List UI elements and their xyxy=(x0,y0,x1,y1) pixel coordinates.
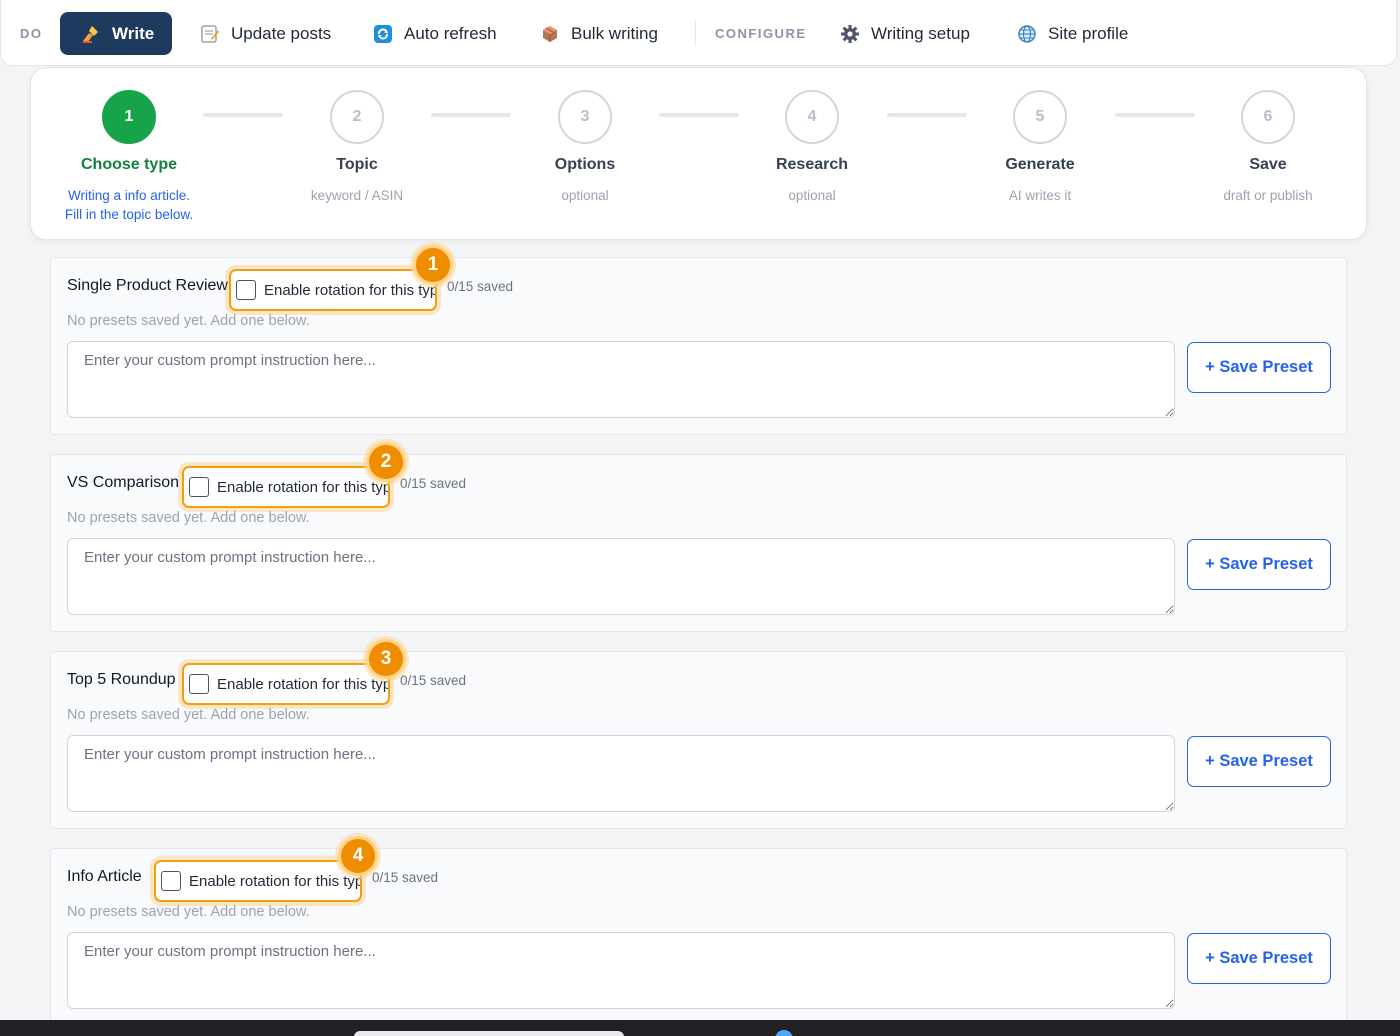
step-title: Save xyxy=(1249,156,1287,173)
rotation-checkbox[interactable] xyxy=(236,280,256,300)
prompt-input[interactable] xyxy=(67,735,1175,812)
step-subtitle: draft or publish xyxy=(1223,188,1313,203)
prompt-input[interactable] xyxy=(67,341,1175,418)
empty-presets-note: No presets saved yet. Add one below. xyxy=(67,707,310,723)
empty-presets-note: No presets saved yet. Add one below. xyxy=(67,904,310,920)
package-icon xyxy=(539,23,561,45)
nav-update-posts-button[interactable]: Update posts xyxy=(199,12,331,55)
gear-icon xyxy=(839,23,861,45)
nav-auto-refresh-label: Auto refresh xyxy=(404,23,497,43)
nav-site-profile-label: Site profile xyxy=(1048,23,1129,43)
step-save[interactable]: 6 Save draft or publish xyxy=(1168,90,1368,205)
step-subtitle: optional xyxy=(788,188,836,203)
rotation-label: Enable rotation for this type xyxy=(264,281,437,299)
nav-writing-setup-button[interactable]: Writing setup xyxy=(839,12,970,55)
step-generate[interactable]: 5 Generate AI writes it xyxy=(940,90,1140,205)
rotation-checkbox[interactable] xyxy=(161,871,181,891)
rotation-toggle[interactable]: Enable rotation for this type xyxy=(229,269,437,311)
step-title: Generate xyxy=(1005,156,1075,173)
nav-writing-setup-label: Writing setup xyxy=(871,23,970,43)
preset-card-vs-comparison: VS Comparison Enable rotation for this t… xyxy=(50,442,1347,632)
nav-write-label: Write xyxy=(112,23,155,43)
os-taskbar xyxy=(0,1020,1400,1036)
nav-update-posts-label: Update posts xyxy=(231,23,332,43)
nav-bulk-writing-button[interactable]: Bulk writing xyxy=(539,12,658,55)
globe-icon xyxy=(1016,23,1038,45)
rotation-toggle[interactable]: Enable rotation for this type xyxy=(154,860,362,902)
step-number: 6 xyxy=(1241,90,1295,144)
rotation-checkbox[interactable] xyxy=(189,477,209,497)
rotation-checkbox[interactable] xyxy=(189,674,209,694)
taskbar-app-icon[interactable] xyxy=(775,1030,793,1036)
prompt-input[interactable] xyxy=(67,932,1175,1009)
empty-presets-note: No presets saved yet. Add one below. xyxy=(67,510,310,526)
step-subtitle: optional xyxy=(561,188,609,203)
save-preset-button[interactable]: + Save Preset xyxy=(1187,736,1331,787)
preset-type-title: Info Article xyxy=(67,868,142,885)
step-topic[interactable]: 2 Topic keyword / ASIN xyxy=(257,90,457,205)
step-title: Options xyxy=(554,156,616,173)
step-number: 2 xyxy=(330,90,384,144)
preset-type-title: Top 5 Roundup xyxy=(67,671,176,688)
nav-divider xyxy=(695,20,696,46)
rotation-label: Enable rotation for this type xyxy=(217,675,390,693)
preset-card-single-product-review: Single Product Review Enable rotation fo… xyxy=(50,245,1347,435)
nav-bulk-writing-label: Bulk writing xyxy=(571,23,658,43)
step-subtitle: AI writes it xyxy=(1008,188,1072,203)
saved-count: 0/15 saved xyxy=(372,870,439,885)
step-number: 4 xyxy=(785,90,839,144)
saved-count: 0/15 saved xyxy=(400,476,467,491)
save-preset-button[interactable]: + Save Preset xyxy=(1187,933,1331,984)
top-nav: DO Write Update posts Auto refresh Bulk … xyxy=(0,0,1397,66)
nav-auto-refresh-button[interactable]: Auto refresh xyxy=(372,12,497,55)
prompt-input[interactable] xyxy=(67,538,1175,615)
step-number: 5 xyxy=(1013,90,1067,144)
preset-card-top-5-roundup: Top 5 Roundup Enable rotation for this t… xyxy=(50,639,1347,829)
step-research[interactable]: 4 Research optional xyxy=(712,90,912,205)
step-choose-type[interactable]: 1 Choose type Writing a info article. Fi… xyxy=(29,90,229,224)
rotation-toggle[interactable]: Enable rotation for this type xyxy=(182,466,390,508)
nav-section-configure: CONFIGURE xyxy=(715,26,807,41)
saved-count: 0/15 saved xyxy=(447,279,514,294)
progress-stepper: 1 Choose type Writing a info article. Fi… xyxy=(30,67,1367,240)
step-subtitle: Writing a info article. Fill in the topi… xyxy=(64,188,194,222)
step-number: 3 xyxy=(558,90,612,144)
saved-count: 0/15 saved xyxy=(400,673,467,688)
nav-write-button[interactable]: Write xyxy=(60,12,173,55)
step-number: 1 xyxy=(102,90,156,144)
step-title: Topic xyxy=(336,156,378,173)
step-options[interactable]: 3 Options optional xyxy=(485,90,685,205)
nav-site-profile-button[interactable]: Site profile xyxy=(1016,12,1128,55)
memo-icon xyxy=(199,23,221,45)
nav-section-do: DO xyxy=(20,26,43,41)
taskbar-search-pill[interactable] xyxy=(354,1031,624,1036)
preset-card-info-article: Info Article Enable rotation for this ty… xyxy=(50,836,1347,1026)
preset-type-title: Single Product Review xyxy=(67,277,228,294)
preset-type-title: VS Comparison xyxy=(67,474,180,491)
writing-hand-icon xyxy=(80,23,102,45)
save-preset-button[interactable]: + Save Preset xyxy=(1187,342,1331,393)
rotation-label: Enable rotation for this type xyxy=(189,872,362,890)
rotation-toggle[interactable]: Enable rotation for this type xyxy=(182,663,390,705)
step-title: Research xyxy=(775,156,849,173)
save-preset-button[interactable]: + Save Preset xyxy=(1187,539,1331,590)
refresh-icon xyxy=(372,23,394,45)
rotation-label: Enable rotation for this type xyxy=(217,478,390,496)
step-title: Choose type xyxy=(80,156,177,173)
step-subtitle: keyword / ASIN xyxy=(310,188,404,203)
empty-presets-note: No presets saved yet. Add one below. xyxy=(67,313,310,329)
